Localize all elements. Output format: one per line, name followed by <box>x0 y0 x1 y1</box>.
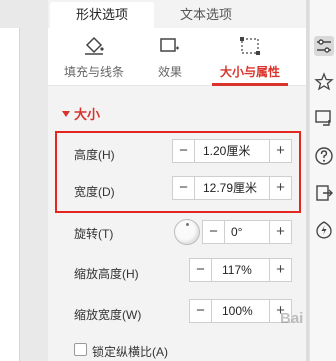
right-toolbar <box>309 0 336 361</box>
property-panel: 形状选项 文本选项 填充与线条 效果 大小与属性 大小 高度(H) − 1.20… <box>48 0 306 361</box>
size-properties-icon <box>240 37 260 55</box>
subtab-size-properties-label: 大小与属性 <box>219 65 280 79</box>
rotation-input[interactable]: 0° <box>231 221 242 243</box>
rotation-dial-marker <box>186 223 189 226</box>
scale-width-stepper: − 100% + <box>189 299 292 323</box>
rotation-increase-button[interactable]: + <box>269 221 291 243</box>
scale-width-input[interactable]: 100% <box>222 300 253 322</box>
tab-text-options[interactable]: 文本选项 <box>156 2 256 28</box>
watermark: Bai <box>280 310 304 327</box>
scale-height-stepper: − 117% + <box>189 258 292 282</box>
subtab-effect-label: 效果 <box>157 65 182 79</box>
scale-height-decrease-button[interactable]: − <box>190 259 212 281</box>
scale-width-label: 缩放宽度(W) <box>74 308 142 322</box>
subtab-effect[interactable]: 效果 <box>138 28 202 86</box>
effect-icon <box>160 38 179 52</box>
rotation-dial[interactable] <box>174 219 200 245</box>
document-area <box>0 0 48 361</box>
bolt-icon[interactable] <box>314 220 334 240</box>
scale-height-increase-button[interactable]: + <box>269 259 291 281</box>
transform-icon[interactable] <box>314 108 334 128</box>
subtab-size-properties[interactable]: 大小与属性 <box>202 28 298 86</box>
scale-height-input[interactable]: 117% <box>222 259 252 281</box>
star-effects-icon[interactable] <box>314 72 334 92</box>
panel-tabs: 形状选项 文本选项 <box>48 0 306 28</box>
document-page <box>0 28 20 361</box>
highlight-box <box>55 131 301 213</box>
lock-aspect-label: 锁定纵横比(A) <box>92 345 168 359</box>
subtab-fill-line[interactable]: 填充与线条 <box>50 28 138 86</box>
tab-shape-options[interactable]: 形状选项 <box>50 2 154 28</box>
properties-icon[interactable] <box>314 36 334 56</box>
size-section-title: 大小 <box>74 107 101 122</box>
subtab-fill-line-label: 填充与线条 <box>63 65 124 79</box>
rotation-stepper: − 0° + <box>202 220 292 244</box>
active-subtab-indicator <box>212 83 288 86</box>
lock-aspect-checkbox[interactable] <box>74 343 87 356</box>
paint-bucket-icon <box>85 36 104 55</box>
sub-tab-bar: 填充与线条 效果 大小与属性 <box>48 28 306 86</box>
scale-height-label: 缩放高度(H) <box>74 267 139 281</box>
help-icon[interactable] <box>314 146 334 166</box>
collapse-triangle-icon <box>62 111 70 117</box>
share-icon[interactable] <box>314 183 334 203</box>
rotation-decrease-button[interactable]: − <box>203 221 225 243</box>
scale-width-decrease-button[interactable]: − <box>190 300 212 322</box>
rotation-label: 旋转(T) <box>74 227 114 241</box>
size-section-header[interactable]: 大小 <box>62 104 100 123</box>
